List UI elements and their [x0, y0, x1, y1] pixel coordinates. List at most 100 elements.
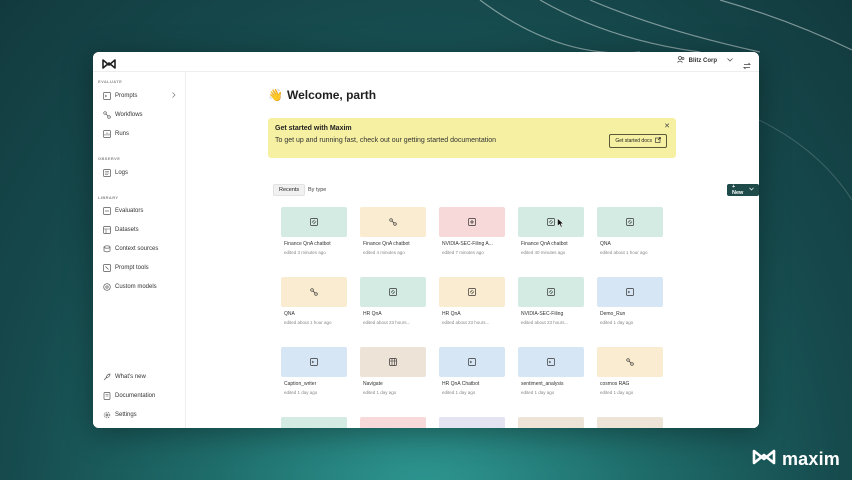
banner-text: To get up and running fast, check out ou… — [275, 137, 497, 144]
card-thumbnail[interactable] — [597, 277, 663, 307]
card-title: NVIDIA-SEC-Filing — [521, 311, 564, 317]
prompt-icon — [310, 213, 318, 231]
card-title: Navigate — [363, 381, 383, 387]
card-subtitle: edited about 23 hours... — [363, 320, 411, 325]
recent-item-card[interactable]: Navigate edited 1 day ago — [360, 347, 426, 402]
recent-item-card[interactable]: HR QnA edited about 23 hours... — [360, 277, 426, 332]
sidebar-item-logs[interactable]: Logs — [103, 167, 181, 179]
sidebar-item-workflows[interactable]: Workflows — [103, 109, 181, 121]
page-title: 👋 Welcome, parth — [268, 88, 376, 102]
recent-item-card[interactable]: sentiment_analysis edited 1 day ago — [518, 347, 584, 402]
org-switcher[interactable]: Blitz Corp — [676, 56, 733, 65]
recent-item-card[interactable] — [518, 417, 584, 428]
maxim-logo-icon — [752, 449, 776, 470]
card-subtitle: edited 4 minutes ago — [363, 250, 405, 255]
recent-item-card[interactable]: QNA edited about 1 hour ago — [597, 207, 663, 262]
sidebar-item-context-sources[interactable]: Context sources — [103, 243, 181, 255]
card-title: HR QnA — [363, 311, 382, 317]
welcome-text: Welcome, parth — [286, 88, 377, 102]
recent-item-card[interactable] — [281, 417, 347, 428]
card-thumbnail[interactable] — [439, 277, 505, 307]
card-thumbnail[interactable] — [281, 277, 347, 307]
card-subtitle: edited about 23 hours... — [442, 320, 490, 325]
card-thumbnail[interactable] — [360, 417, 426, 428]
recent-item-card[interactable] — [439, 417, 505, 428]
chevron-down-icon — [727, 57, 733, 64]
terminal-icon — [468, 353, 476, 371]
card-thumbnail[interactable] — [439, 207, 505, 237]
recent-item-card[interactable] — [360, 417, 426, 428]
card-thumbnail[interactable] — [518, 417, 584, 428]
card-subtitle: edited 40 minutes ago — [521, 250, 566, 255]
tab-by-type[interactable]: By type — [303, 184, 331, 196]
runs-icon — [103, 130, 111, 138]
recent-item-card[interactable]: HR QnA Chatbot edited 1 day ago — [439, 347, 505, 402]
card-thumbnail[interactable] — [439, 347, 505, 377]
recent-item-card[interactable] — [597, 417, 663, 428]
card-thumbnail[interactable] — [360, 207, 426, 237]
tab-bar: Recents By type — [273, 184, 756, 196]
recent-item-card[interactable]: QNA edited about 1 hour ago — [281, 277, 347, 332]
prompt-icon — [389, 283, 397, 301]
getting-started-banner: Get started with Maxim To get up and run… — [268, 118, 676, 158]
prompt-icon — [468, 283, 476, 301]
workflow-icon — [310, 283, 318, 301]
card-title: HR QnA — [442, 311, 461, 317]
prompt-icon — [103, 92, 111, 100]
card-thumbnail[interactable] — [597, 347, 663, 377]
rocket-icon — [103, 373, 111, 381]
sidebar-item-documentation[interactable]: Documentation — [103, 390, 181, 402]
sidebar-item-datasets[interactable]: Datasets — [103, 224, 181, 236]
sidebar-item-whats-new[interactable]: What's new — [103, 371, 181, 383]
card-subtitle: edited 1 day ago — [600, 390, 634, 395]
recent-item-card[interactable]: Finance QnA chatbot edited 3 minutes ago — [281, 207, 347, 262]
terminal-icon — [626, 283, 634, 301]
prompt-icon — [547, 213, 555, 231]
card-title: Demo_Run — [600, 311, 626, 317]
org-name: Blitz Corp — [688, 57, 717, 64]
card-thumbnail[interactable] — [518, 207, 584, 237]
card-thumbnail[interactable] — [360, 347, 426, 377]
recent-item-card[interactable]: Caption_writer edited 1 day ago — [281, 347, 347, 402]
gear-icon — [103, 411, 111, 419]
get-started-docs-button[interactable]: Get started docs — [609, 134, 667, 148]
models-icon — [103, 283, 111, 291]
sidebar-item-label: Prompt tools — [115, 265, 149, 271]
sidebar-item-runs[interactable]: Runs — [103, 128, 181, 140]
card-title: QNA — [284, 311, 295, 317]
sidebar-item-prompt-tools[interactable]: Prompt tools — [103, 262, 181, 274]
card-thumbnail[interactable] — [281, 207, 347, 237]
card-thumbnail[interactable] — [518, 277, 584, 307]
card-thumbnail[interactable] — [597, 207, 663, 237]
recent-item-card[interactable]: cosmos RAG edited 1 day ago — [597, 347, 663, 402]
recent-item-card[interactable]: HR QnA edited about 23 hours... — [439, 277, 505, 332]
recent-item-card[interactable]: NVIDIA-SEC-Filing edited about 23 hours..… — [518, 277, 584, 332]
new-button[interactable]: + New — [727, 184, 759, 196]
card-thumbnail[interactable] — [281, 347, 347, 377]
recent-item-card[interactable]: Demo_Run edited 1 day ago — [597, 277, 663, 332]
sidebar-item-prompts[interactable]: Prompts — [103, 90, 181, 102]
card-thumbnail[interactable] — [597, 417, 663, 428]
card-subtitle: edited about 1 hour ago — [600, 250, 648, 255]
sidebar-item-custom-models[interactable]: Custom models — [103, 281, 181, 293]
recent-item-card[interactable]: NVIDIA-SEC-Filing A... edited 7 minutes a… — [439, 207, 505, 262]
sidebar-item-evaluators[interactable]: Evaluators — [103, 205, 181, 217]
brand-name: maxim — [781, 449, 840, 469]
card-thumbnail[interactable] — [518, 347, 584, 377]
sidebar-item-settings[interactable]: Settings — [103, 409, 181, 421]
close-icon[interactable]: ✕ — [664, 122, 670, 130]
recent-item-card[interactable]: Finance QnA chatbot edited 4 minutes ago — [360, 207, 426, 262]
card-thumbnail[interactable] — [439, 417, 505, 428]
users-icon — [676, 56, 685, 65]
sidebar-item-label: Logs — [115, 170, 129, 176]
card-title: sentiment_analysis — [521, 381, 564, 387]
sidebar-item-label: Context sources — [115, 246, 159, 252]
tools-icon — [103, 264, 111, 272]
card-thumbnail[interactable] — [281, 417, 347, 428]
card-title: NVIDIA-SEC-Filing A... — [442, 241, 493, 247]
card-thumbnail[interactable] — [360, 277, 426, 307]
recent-item-card[interactable]: Finance QnA chatbot edited 40 minutes ago — [518, 207, 584, 262]
banner-title: Get started with Maxim — [275, 125, 352, 132]
workflow-icon — [389, 213, 397, 231]
tab-recents[interactable]: Recents — [273, 184, 306, 196]
